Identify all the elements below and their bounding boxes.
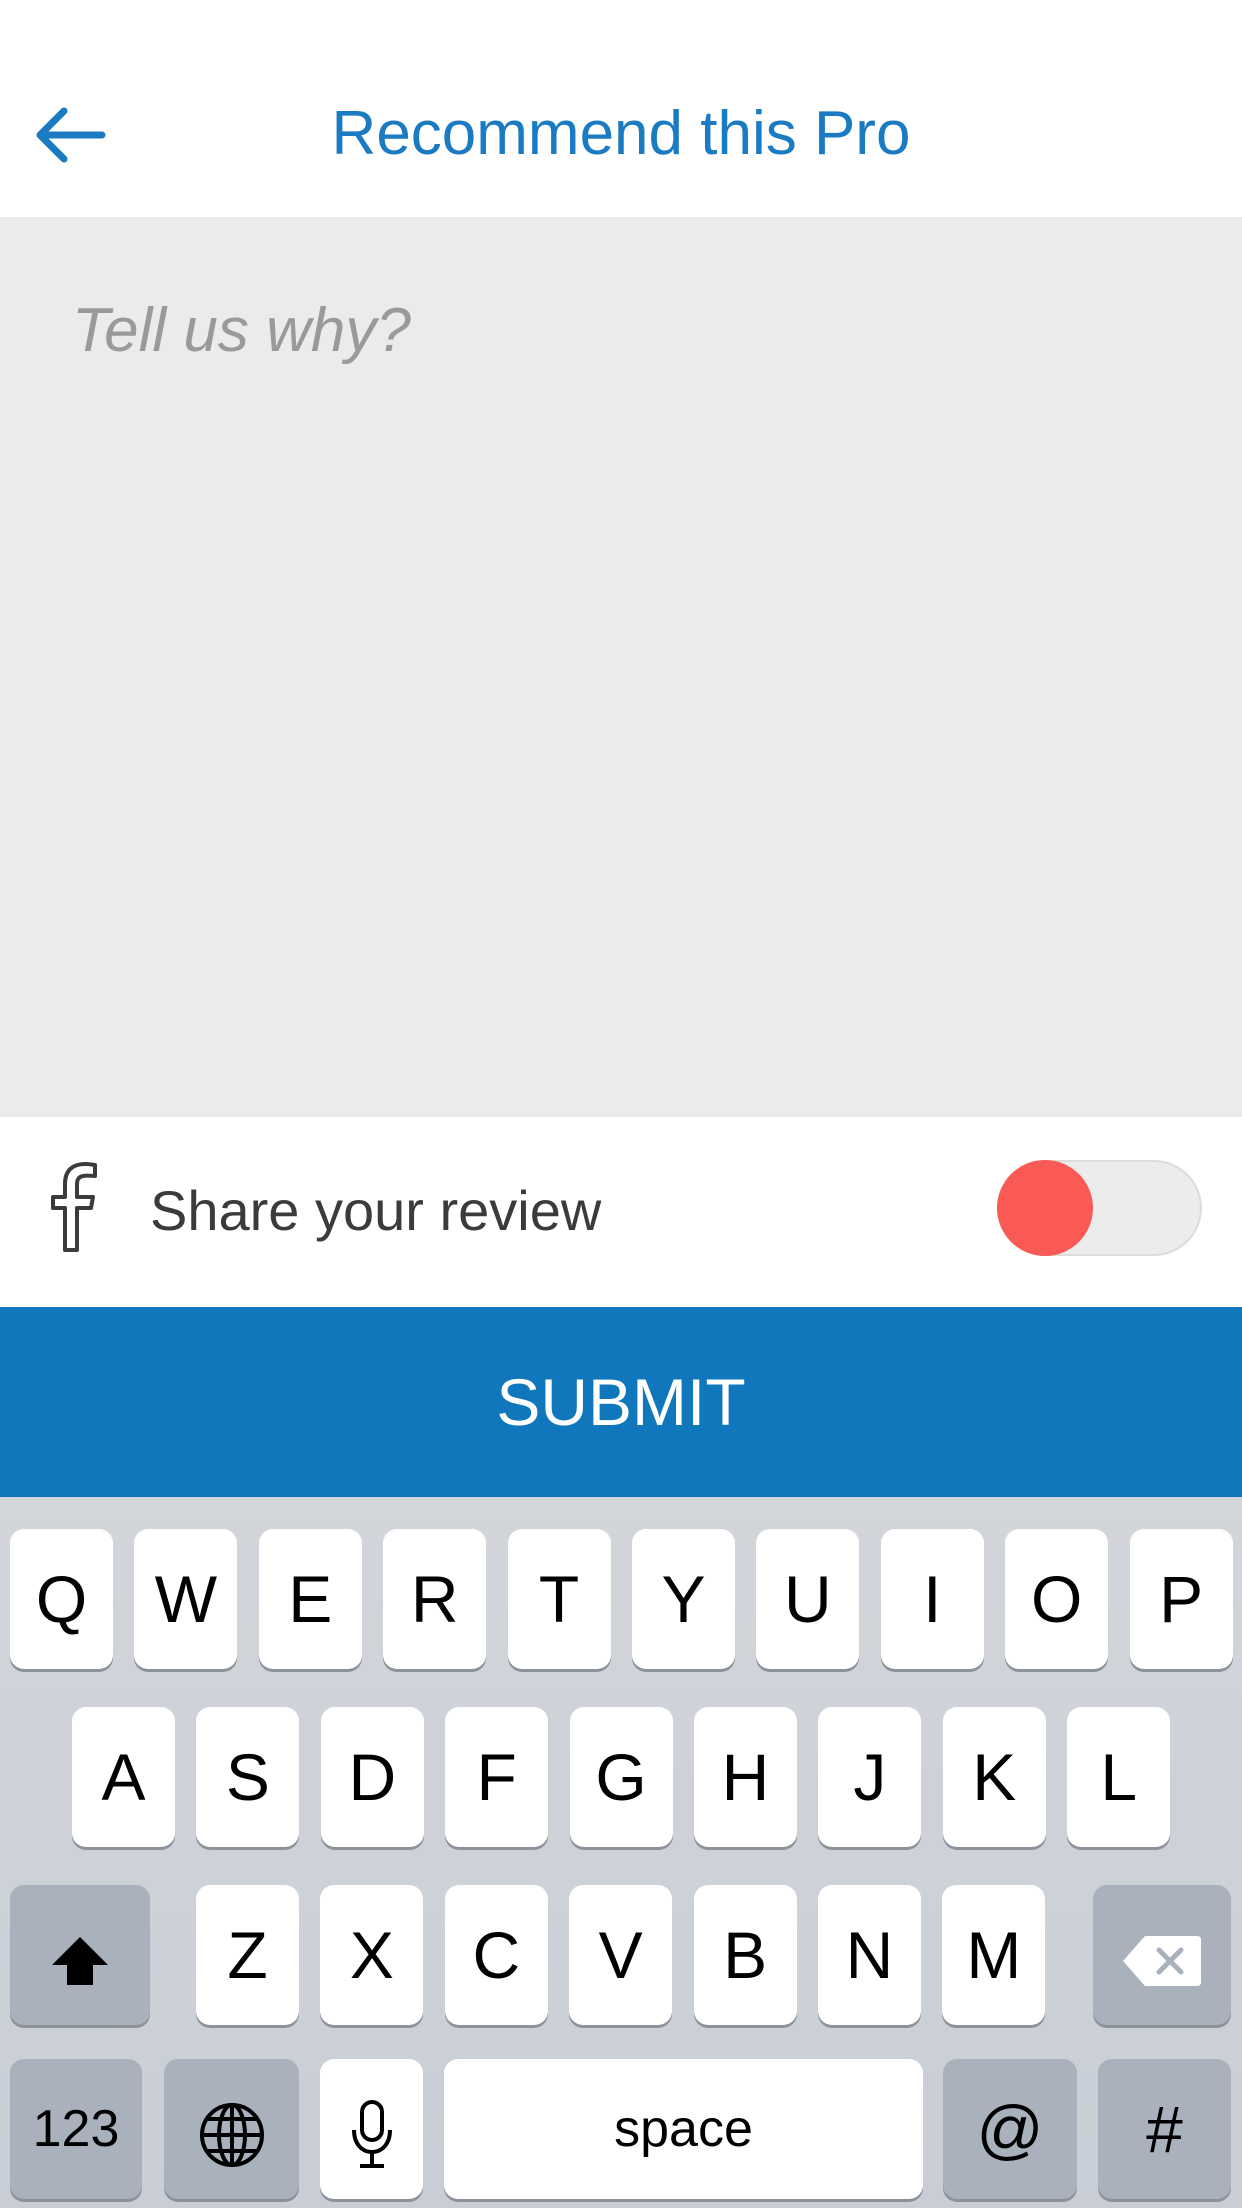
keyboard: 123 space @ # QWERTYUIOP ASDFGHJKL ZXCVBNM	[0, 1497, 1242, 2208]
key-i[interactable]: I	[880, 1529, 984, 1669]
key-h[interactable]: H	[694, 1707, 797, 1847]
key-m[interactable]: M	[942, 1885, 1046, 2025]
key-t[interactable]: T	[507, 1529, 611, 1669]
globe-key[interactable]	[164, 2059, 299, 2199]
review-placeholder: Tell us why?	[72, 296, 411, 365]
key-k[interactable]: K	[942, 1707, 1046, 1847]
key-w[interactable]: W	[134, 1529, 238, 1669]
key-d[interactable]: D	[320, 1707, 424, 1847]
key-f[interactable]: F	[445, 1707, 549, 1847]
space-key[interactable]: space	[444, 2059, 923, 2199]
at-key[interactable]: @	[943, 2059, 1077, 2199]
key-a[interactable]: A	[72, 1707, 175, 1847]
numbers-key[interactable]: 123	[10, 2059, 142, 2199]
share-label: Share your review	[150, 1179, 602, 1242]
key-s[interactable]: S	[196, 1707, 300, 1847]
key-y[interactable]: Y	[632, 1529, 735, 1669]
facebook-icon	[48, 1160, 98, 1252]
key-g[interactable]: G	[569, 1707, 673, 1847]
key-n[interactable]: N	[818, 1885, 921, 2025]
key-b[interactable]: B	[693, 1885, 797, 2025]
key-l[interactable]: L	[1067, 1707, 1171, 1847]
key-c[interactable]: C	[444, 1885, 548, 2025]
key-q[interactable]: Q	[10, 1529, 113, 1669]
key-j[interactable]: J	[818, 1707, 922, 1847]
key-z[interactable]: Z	[196, 1885, 299, 2025]
submit-button[interactable]: SUBMIT	[0, 1307, 1242, 1497]
key-u[interactable]: U	[756, 1529, 860, 1669]
microphone-icon	[350, 2092, 394, 2168]
globe-icon	[198, 2092, 266, 2167]
key-o[interactable]: O	[1005, 1529, 1109, 1669]
page-title: Recommend this Pro	[331, 99, 911, 168]
microphone-key[interactable]	[320, 2059, 423, 2199]
delete-icon	[1121, 1918, 1203, 1992]
key-x[interactable]: X	[320, 1885, 424, 2025]
hash-key[interactable]: #	[1098, 2059, 1231, 2199]
key-r[interactable]: R	[383, 1529, 487, 1669]
key-v[interactable]: V	[569, 1885, 673, 2025]
delete-key[interactable]	[1093, 1885, 1231, 2025]
shift-icon	[48, 1918, 112, 1992]
key-p[interactable]: P	[1129, 1529, 1233, 1669]
shift-key[interactable]	[10, 1885, 150, 2025]
share-toggle-knob[interactable]	[997, 1160, 1093, 1256]
key-e[interactable]: E	[258, 1529, 362, 1669]
